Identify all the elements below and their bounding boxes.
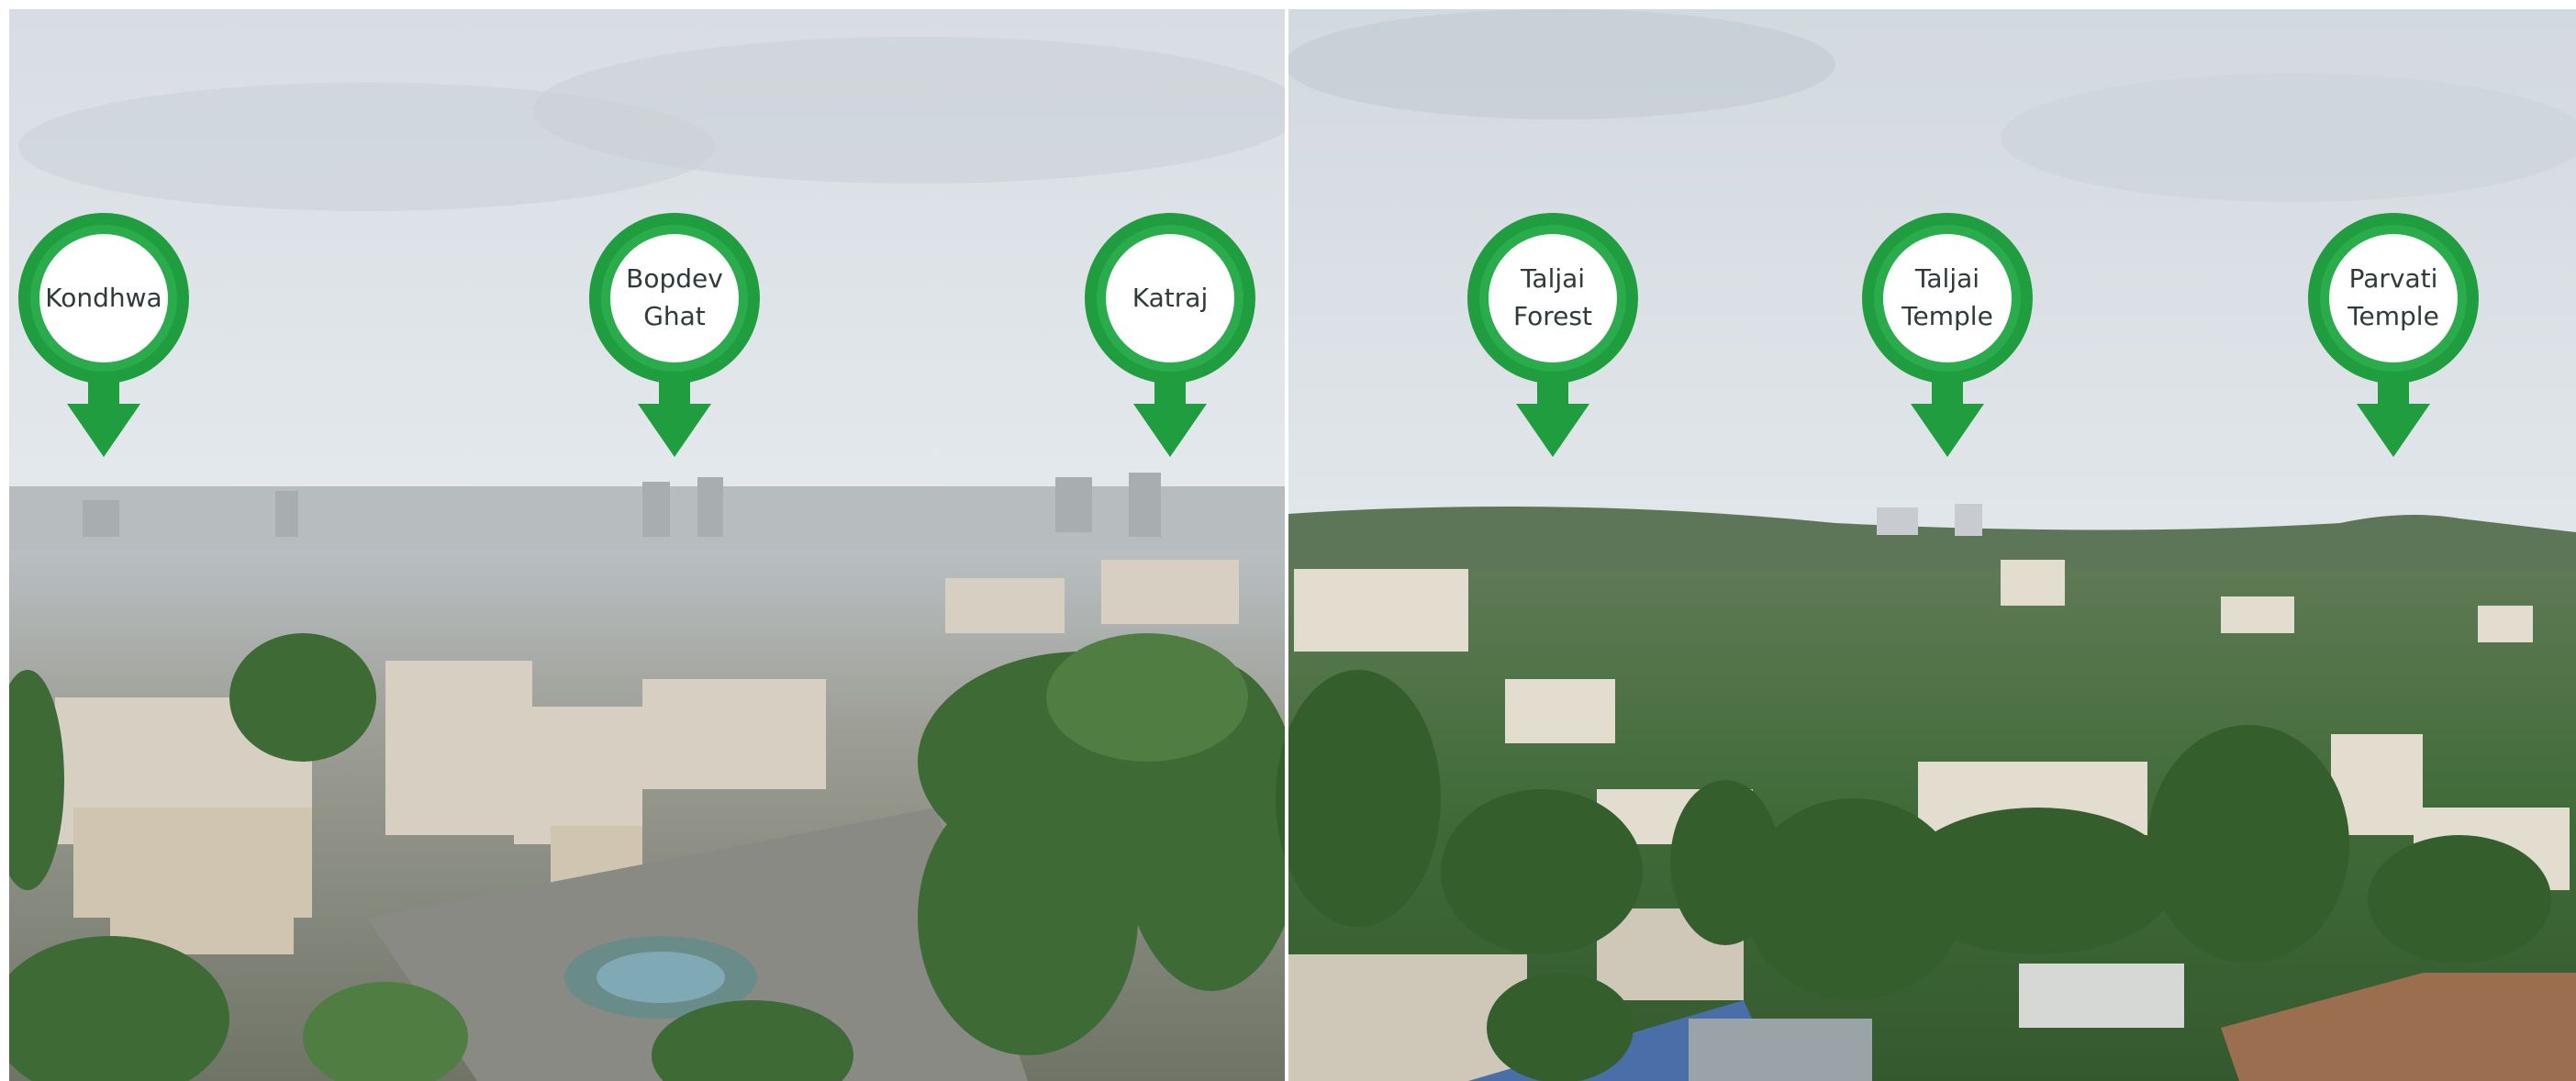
marker-label: Katraj (1132, 282, 1209, 313)
left-panorama (0, 9, 1303, 1081)
marker-taljai-temple: Taljai Temple (1860, 211, 2035, 459)
marker-taljai-forest: Taljai Forest (1466, 211, 1640, 459)
marker-katraj: Katraj (1083, 211, 1257, 459)
right-panorama (1276, 9, 2576, 1081)
marker-label: Kondhwa (45, 282, 162, 313)
marker-label: Bopdev Ghat (626, 263, 723, 331)
marker-parvati-temple: Parvati Temple (2306, 211, 2481, 459)
panorama-photo (0, 0, 2576, 1081)
marker-kondhwa: Kondhwa (17, 211, 191, 459)
marker-label: Taljai Forest (1513, 263, 1592, 331)
panorama-scene: Kondhwa Bopdev Ghat Katraj Taljai Forest… (0, 0, 2576, 1081)
marker-label: Parvati Temple (2347, 263, 2439, 331)
marker-bopdev-ghat: Bopdev Ghat (587, 211, 762, 459)
marker-label: Taljai Temple (1901, 263, 1993, 331)
